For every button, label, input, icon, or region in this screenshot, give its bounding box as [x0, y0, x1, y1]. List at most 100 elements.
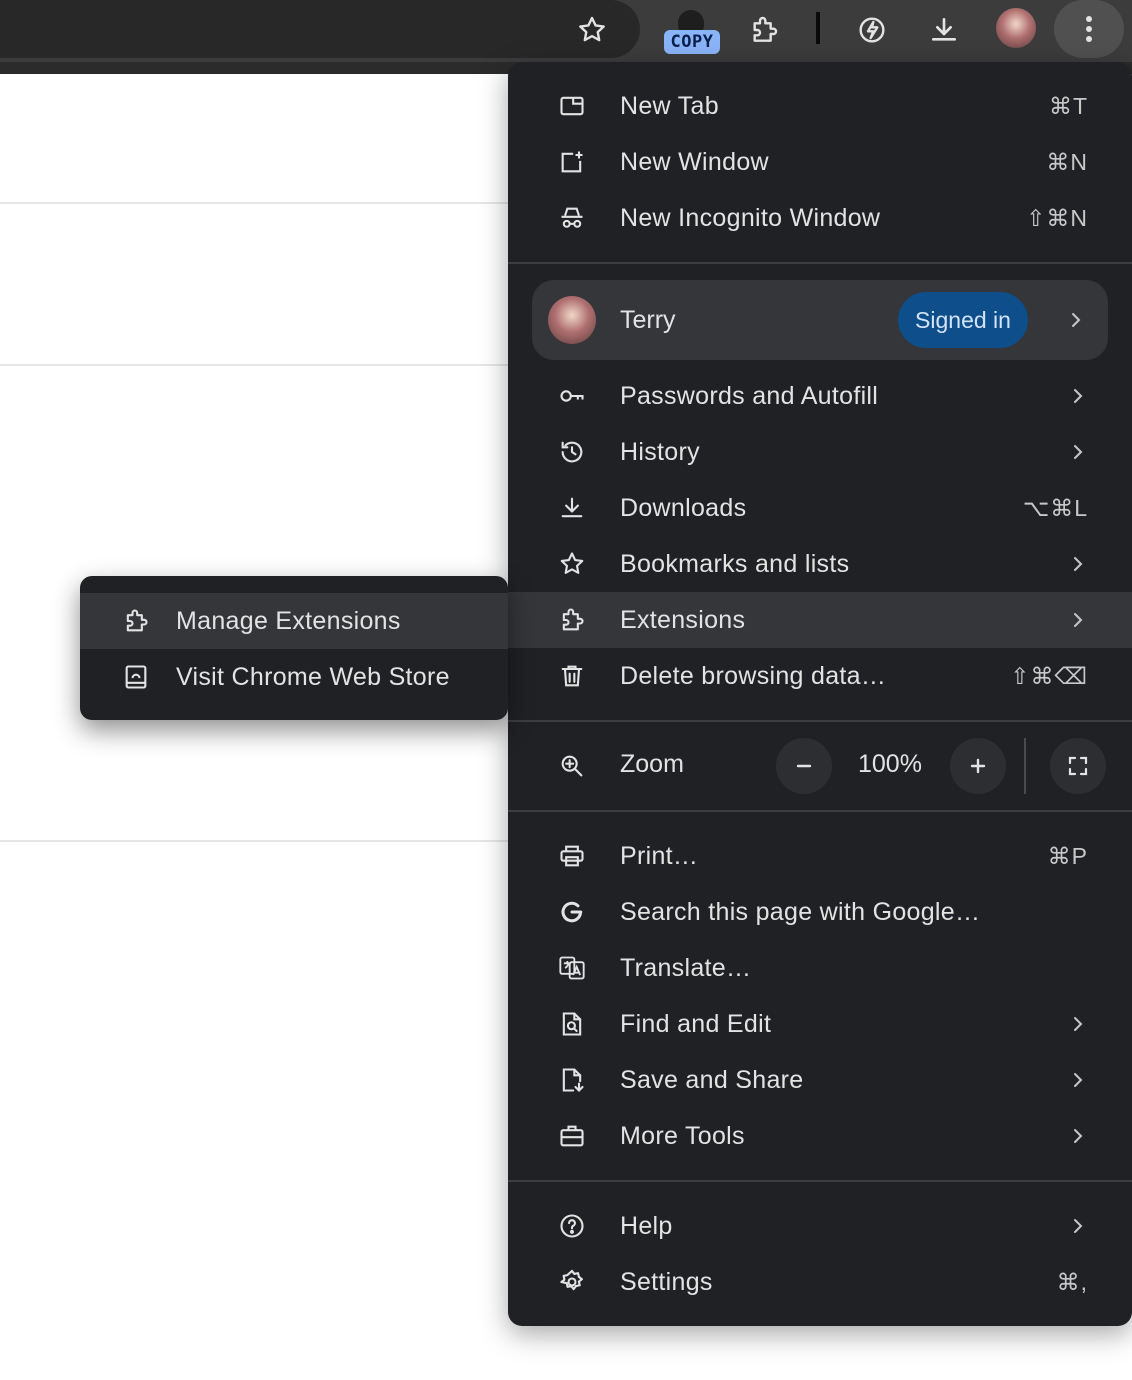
key-icon	[556, 380, 588, 412]
menu-shortcut: ⌘P	[1047, 842, 1088, 869]
web-store-icon	[120, 661, 152, 693]
chevron-right-icon	[1074, 445, 1083, 459]
menu-item-new-incognito[interactable]: New Incognito Window ⇧⌘N	[508, 190, 1132, 246]
menu-item-more-tools[interactable]: More Tools	[508, 1108, 1132, 1164]
toolbar-separator	[816, 12, 820, 44]
menu-item-label: New Tab	[620, 91, 719, 120]
menu-shortcut: ⇧⌘N	[1026, 204, 1088, 231]
fullscreen-icon	[1068, 756, 1088, 776]
puzzle-icon	[120, 605, 152, 637]
page-divider	[0, 364, 520, 366]
menu-item-label: Passwords and Autofill	[620, 381, 879, 410]
signed-in-badge: Signed in	[898, 292, 1028, 348]
menu-item-new-window[interactable]: New Window ⌘N	[508, 134, 1132, 190]
menu-item-settings[interactable]: Settings ⌘,	[508, 1254, 1132, 1310]
zoom-in-button[interactable]	[950, 738, 1006, 794]
menu-item-label: Downloads	[620, 493, 747, 522]
chevron-right-icon	[1074, 1017, 1083, 1031]
menu-item-label: New Window	[620, 147, 769, 176]
performance-leaf-icon[interactable]	[850, 8, 894, 52]
menu-shortcut: ⌘,	[1056, 1268, 1088, 1295]
help-icon	[556, 1210, 588, 1242]
copy-extension-badge: COPY	[664, 30, 720, 54]
menu-item-help[interactable]: Help	[508, 1198, 1132, 1254]
chevron-right-icon	[1074, 1129, 1083, 1143]
menu-item-label: Help	[620, 1211, 673, 1240]
extensions-submenu: Manage Extensions Visit Chrome Web Store	[80, 576, 508, 720]
extensions-puzzle-icon[interactable]	[742, 8, 786, 52]
menu-item-save-share[interactable]: Save and Share	[508, 1052, 1132, 1108]
menu-shortcut: ⇧⌘⌫	[1010, 662, 1088, 689]
zoom-out-button[interactable]	[776, 738, 832, 794]
menu-divider	[508, 262, 1132, 264]
menu-item-label: History	[620, 437, 700, 466]
chevron-right-icon	[1074, 613, 1083, 627]
download-icon[interactable]	[922, 8, 966, 52]
menu-item-downloads[interactable]: Downloads ⌥⌘L	[508, 480, 1132, 536]
menu-divider	[508, 1180, 1132, 1182]
menu-item-history[interactable]: History	[508, 424, 1132, 480]
menu-item-delete-data[interactable]: Delete browsing data… ⇧⌘⌫	[508, 648, 1132, 704]
menu-divider	[508, 810, 1132, 812]
chevron-right-icon	[1074, 1073, 1083, 1087]
zoom-label: Zoom	[620, 750, 684, 778]
page-divider	[0, 202, 520, 204]
menu-item-label: Find and Edit	[620, 1009, 772, 1038]
menu-shortcut: ⌘T	[1048, 92, 1088, 119]
printer-icon	[556, 840, 588, 872]
menu-item-search-google[interactable]: Search this page with Google…	[508, 884, 1132, 940]
menu-item-label: Translate…	[620, 953, 752, 982]
trash-icon	[556, 660, 588, 692]
kebab-menu-icon[interactable]	[1054, 0, 1124, 58]
star-icon	[556, 548, 588, 580]
new-tab-icon	[556, 90, 588, 122]
menu-item-label: Search this page with Google…	[620, 897, 981, 926]
google-g-icon	[556, 896, 588, 928]
profile-row[interactable]: Terry Signed in	[532, 280, 1108, 360]
menu-item-passwords[interactable]: Passwords and Autofill	[508, 368, 1132, 424]
toolbox-icon	[556, 1120, 588, 1152]
menu-item-label: More Tools	[620, 1121, 745, 1150]
menu-item-label: Bookmarks and lists	[620, 549, 850, 578]
puzzle-icon	[556, 604, 588, 636]
copy-extension-icon[interactable]: COPY	[664, 8, 720, 56]
submenu-item-web-store[interactable]: Visit Chrome Web Store	[80, 649, 508, 705]
profile-avatar[interactable]	[996, 8, 1036, 48]
address-bar-end[interactable]	[0, 0, 640, 58]
menu-item-find-edit[interactable]: Find and Edit	[508, 996, 1132, 1052]
menu-item-bookmarks[interactable]: Bookmarks and lists	[508, 536, 1132, 592]
chrome-main-menu: New Tab ⌘T New Window ⌘N New Incognito W…	[508, 62, 1132, 1326]
translate-icon	[556, 952, 588, 984]
plus-icon	[970, 758, 986, 774]
zoom-icon	[556, 750, 588, 782]
menu-divider	[508, 720, 1132, 722]
chevron-right-icon	[1072, 313, 1081, 327]
submenu-item-label: Manage Extensions	[176, 606, 401, 635]
page-divider	[0, 840, 520, 842]
zoom-value: 100%	[858, 750, 922, 778]
menu-item-print[interactable]: Print… ⌘P	[508, 828, 1132, 884]
submenu-item-label: Visit Chrome Web Store	[176, 662, 450, 691]
incognito-icon	[556, 202, 588, 234]
menu-item-translate[interactable]: Translate…	[508, 940, 1132, 996]
minus-icon	[796, 764, 812, 768]
zoom-separator	[1024, 738, 1026, 794]
browser-toolbar: COPY	[0, 0, 1132, 62]
gear-icon	[556, 1266, 588, 1298]
menu-item-label: Settings	[620, 1267, 713, 1296]
profile-name: Terry	[620, 306, 676, 334]
menu-item-label: Delete browsing data…	[620, 661, 887, 690]
chevron-right-icon	[1074, 389, 1083, 403]
menu-item-label: Save and Share	[620, 1065, 804, 1094]
chevron-right-icon	[1074, 1219, 1083, 1233]
menu-item-label: Extensions	[620, 605, 746, 634]
find-in-page-icon	[556, 1008, 588, 1040]
fullscreen-button[interactable]	[1050, 738, 1106, 794]
menu-shortcut: ⌥⌘L	[1022, 494, 1088, 521]
menu-item-new-tab[interactable]: New Tab ⌘T	[508, 78, 1132, 134]
new-window-icon	[556, 146, 588, 178]
profile-avatar	[548, 296, 596, 344]
submenu-item-manage-extensions[interactable]: Manage Extensions	[80, 593, 508, 649]
bookmark-star-icon[interactable]	[570, 8, 614, 52]
menu-item-extensions[interactable]: Extensions	[508, 592, 1132, 648]
